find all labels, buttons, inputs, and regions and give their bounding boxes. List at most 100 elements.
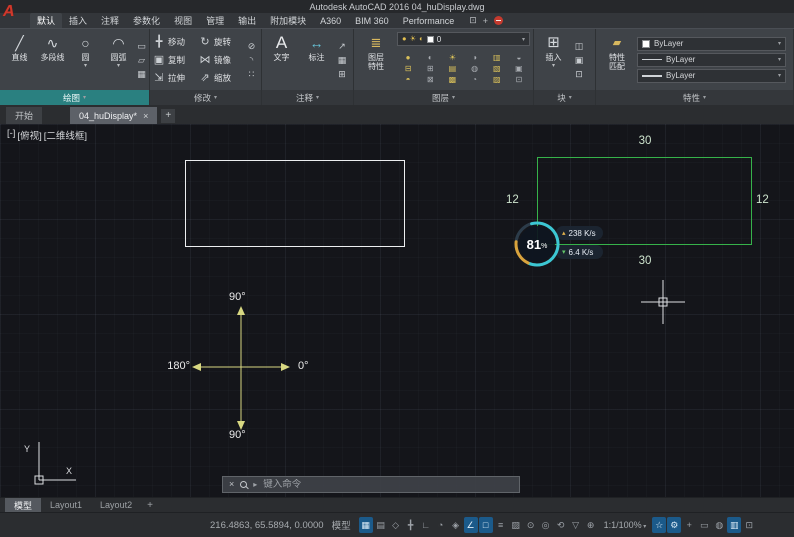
ribbon-tab[interactable]: 输出 <box>231 13 263 28</box>
dynamic-ucs-icon[interactable]: ⟲ <box>554 517 568 533</box>
modify-tool-button[interactable]: ⋈ 镜像 <box>199 51 243 69</box>
draw-mini-icon[interactable]: ▱ <box>137 55 146 65</box>
transparency-icon[interactable]: ▨ <box>509 517 523 533</box>
tab-extra-icon[interactable]: + <box>483 16 488 26</box>
viewport-control[interactable]: [俯视] <box>17 128 41 142</box>
panel-label-annotate[interactable]: 注释 <box>262 90 353 105</box>
workspace-icon[interactable]: ⚙ <box>667 517 681 533</box>
dimension-tool-button[interactable]: ↔ 标注 <box>300 31 333 88</box>
text-tool-button[interactable]: A 文字 <box>265 31 298 88</box>
drawing-viewport[interactable]: [-][俯视][二维线框] 30 30 12 12 90° 90° 180° 0… <box>0 124 794 497</box>
layer-tool-icon[interactable]: ◔ <box>463 75 485 84</box>
annotation-monitor-icon[interactable]: + <box>682 517 696 533</box>
insert-block-button[interactable]: ⊞ 插入 ▾ <box>537 31 570 88</box>
annotate-mini-icon[interactable]: ▦ <box>335 55 349 65</box>
command-input[interactable] <box>263 479 513 490</box>
isodraft-icon[interactable]: ◈ <box>449 517 463 533</box>
quick-properties-icon[interactable]: ▭ <box>697 517 711 533</box>
layer-dropdown[interactable]: ● ☀ ◐ 0 <box>397 32 530 46</box>
panel-label-draw[interactable]: 绘图 <box>0 90 149 105</box>
start-tab[interactable]: 开始 <box>6 107 42 124</box>
layer-tool-icon[interactable]: ⊞ <box>419 64 441 73</box>
snap-mode-icon[interactable]: ▤ <box>374 517 388 533</box>
isolate-objects-icon[interactable]: ◍ <box>712 517 726 533</box>
panel-label-layers[interactable]: 图层 <box>354 90 533 105</box>
lineweight-dropdown[interactable]: ByLayer <box>637 69 786 83</box>
modify-tool-button[interactable]: ⇲ 拉伸 <box>153 69 197 87</box>
command-line[interactable]: × ▸ <box>222 476 520 493</box>
ribbon-tab[interactable]: 注释 <box>94 13 126 28</box>
clean-screen-icon[interactable]: ⊡ <box>742 517 756 533</box>
panel-label-modify[interactable]: 修改 <box>150 90 261 105</box>
match-properties-button[interactable]: ▰ 特性 匹配 <box>599 31 635 88</box>
viewport-control[interactable]: [-] <box>7 128 15 142</box>
panel-label-properties[interactable]: 特性 <box>596 90 793 105</box>
object-snap-tracking-icon[interactable]: ∠ <box>464 517 478 533</box>
layer-tool-icon[interactable]: ⊟ <box>397 64 419 73</box>
ribbon-tab[interactable]: 默认 <box>30 13 62 28</box>
layer-tool-icon[interactable]: ◓ <box>397 75 419 84</box>
layer-tool-icon[interactable]: ◒ <box>508 53 530 62</box>
recorder-badge-icon[interactable] <box>494 16 503 25</box>
selection-filter-icon[interactable]: ▽ <box>569 517 583 533</box>
infer-constraints-icon[interactable]: ◇ <box>389 517 403 533</box>
ribbon-tab[interactable]: Performance <box>396 13 462 28</box>
draw-tool-button[interactable]: ∿ 多段线 <box>36 31 69 88</box>
close-command-icon[interactable]: × <box>229 480 234 489</box>
draw-tool-button[interactable]: ╱ 直线 <box>3 31 36 88</box>
drawing-tab[interactable]: 04_huDisplay* × <box>70 107 157 124</box>
white-rectangle-entity[interactable] <box>185 160 405 247</box>
layer-tool-icon[interactable]: ▥ <box>486 53 508 62</box>
layer-tool-icon[interactable]: ◍ <box>463 64 485 73</box>
draw-tool-button[interactable]: ○ 圆 ▾ <box>69 31 102 88</box>
layer-tool-icon[interactable]: ⊠ <box>419 75 441 84</box>
modify-tool-button[interactable]: ⇗ 缩放 <box>199 69 243 87</box>
layer-tool-icon[interactable]: ◐ <box>419 53 441 62</box>
layer-tool-icon[interactable]: ⊡ <box>508 75 530 84</box>
annotation-scale-button[interactable]: 1:1/100% <box>604 520 647 530</box>
viewport-control[interactable]: [二维线框] <box>44 128 87 142</box>
layer-tool-icon[interactable]: ▧ <box>486 64 508 73</box>
layer-properties-button[interactable]: ≣ 图层 特性 <box>357 31 395 88</box>
linetype-dropdown[interactable]: ByLayer <box>637 53 786 67</box>
layout-tab[interactable]: 模型 <box>5 498 41 512</box>
graphics-performance-icon[interactable]: ▥ <box>727 517 741 533</box>
block-mini-icon[interactable]: ◫ <box>572 41 586 51</box>
ribbon-tab[interactable]: 附加模块 <box>263 13 313 28</box>
dynamic-input-icon[interactable]: ╋ <box>404 517 418 533</box>
ortho-mode-icon[interactable]: ∟ <box>419 517 433 533</box>
layer-tool-icon[interactable]: ▩ <box>441 75 463 84</box>
object-snap-icon[interactable]: □ <box>479 517 493 533</box>
draw-mini-icon[interactable]: ▭ <box>137 41 146 51</box>
layer-tool-icon[interactable]: ☀ <box>441 53 463 62</box>
layer-tool-icon[interactable]: ◑ <box>463 53 485 62</box>
polar-tracking-icon[interactable]: ◔ <box>434 517 448 533</box>
close-tab-icon[interactable]: × <box>143 111 148 121</box>
annotation-visibility-icon[interactable]: ☆ <box>652 517 666 533</box>
grid-icon[interactable]: ▦ <box>359 517 373 533</box>
model-space-button[interactable]: 模型 <box>332 518 351 532</box>
3d-object-snap-icon[interactable]: ◎ <box>539 517 553 533</box>
layer-tool-icon[interactable]: ▣ <box>508 64 530 73</box>
tab-extra-icon[interactable]: ⊡ <box>469 15 477 26</box>
modify-mini-icon[interactable]: ∷ <box>245 69 258 79</box>
block-mini-icon[interactable]: ▣ <box>572 55 586 65</box>
layer-tool-icon[interactable]: ▨ <box>486 75 508 84</box>
layer-tool-icon[interactable]: ▤ <box>441 64 463 73</box>
object-color-dropdown[interactable]: ByLayer <box>637 37 786 51</box>
new-drawing-button[interactable]: + <box>161 109 175 123</box>
modify-tool-button[interactable]: ╋ 移动 <box>153 33 197 51</box>
modify-mini-icon[interactable]: ⊘ <box>245 41 258 51</box>
gizmo-icon[interactable]: ⊕ <box>584 517 598 533</box>
performance-gauge[interactable]: 81 % <box>513 220 561 268</box>
ribbon-tab[interactable]: 参数化 <box>126 13 167 28</box>
autocad-logo-icon[interactable]: A <box>3 0 15 24</box>
modify-mini-icon[interactable]: ◝ <box>245 55 258 65</box>
layer-tool-icon[interactable]: ● <box>397 53 419 62</box>
selection-cycling-icon[interactable]: ⊙ <box>524 517 538 533</box>
block-mini-icon[interactable]: ⊡ <box>572 69 586 79</box>
draw-mini-icon[interactable]: ▦ <box>137 69 146 79</box>
ribbon-tab[interactable]: A360 <box>313 13 348 28</box>
annotate-mini-icon[interactable]: ⊞ <box>335 69 349 79</box>
search-icon[interactable] <box>240 481 247 488</box>
